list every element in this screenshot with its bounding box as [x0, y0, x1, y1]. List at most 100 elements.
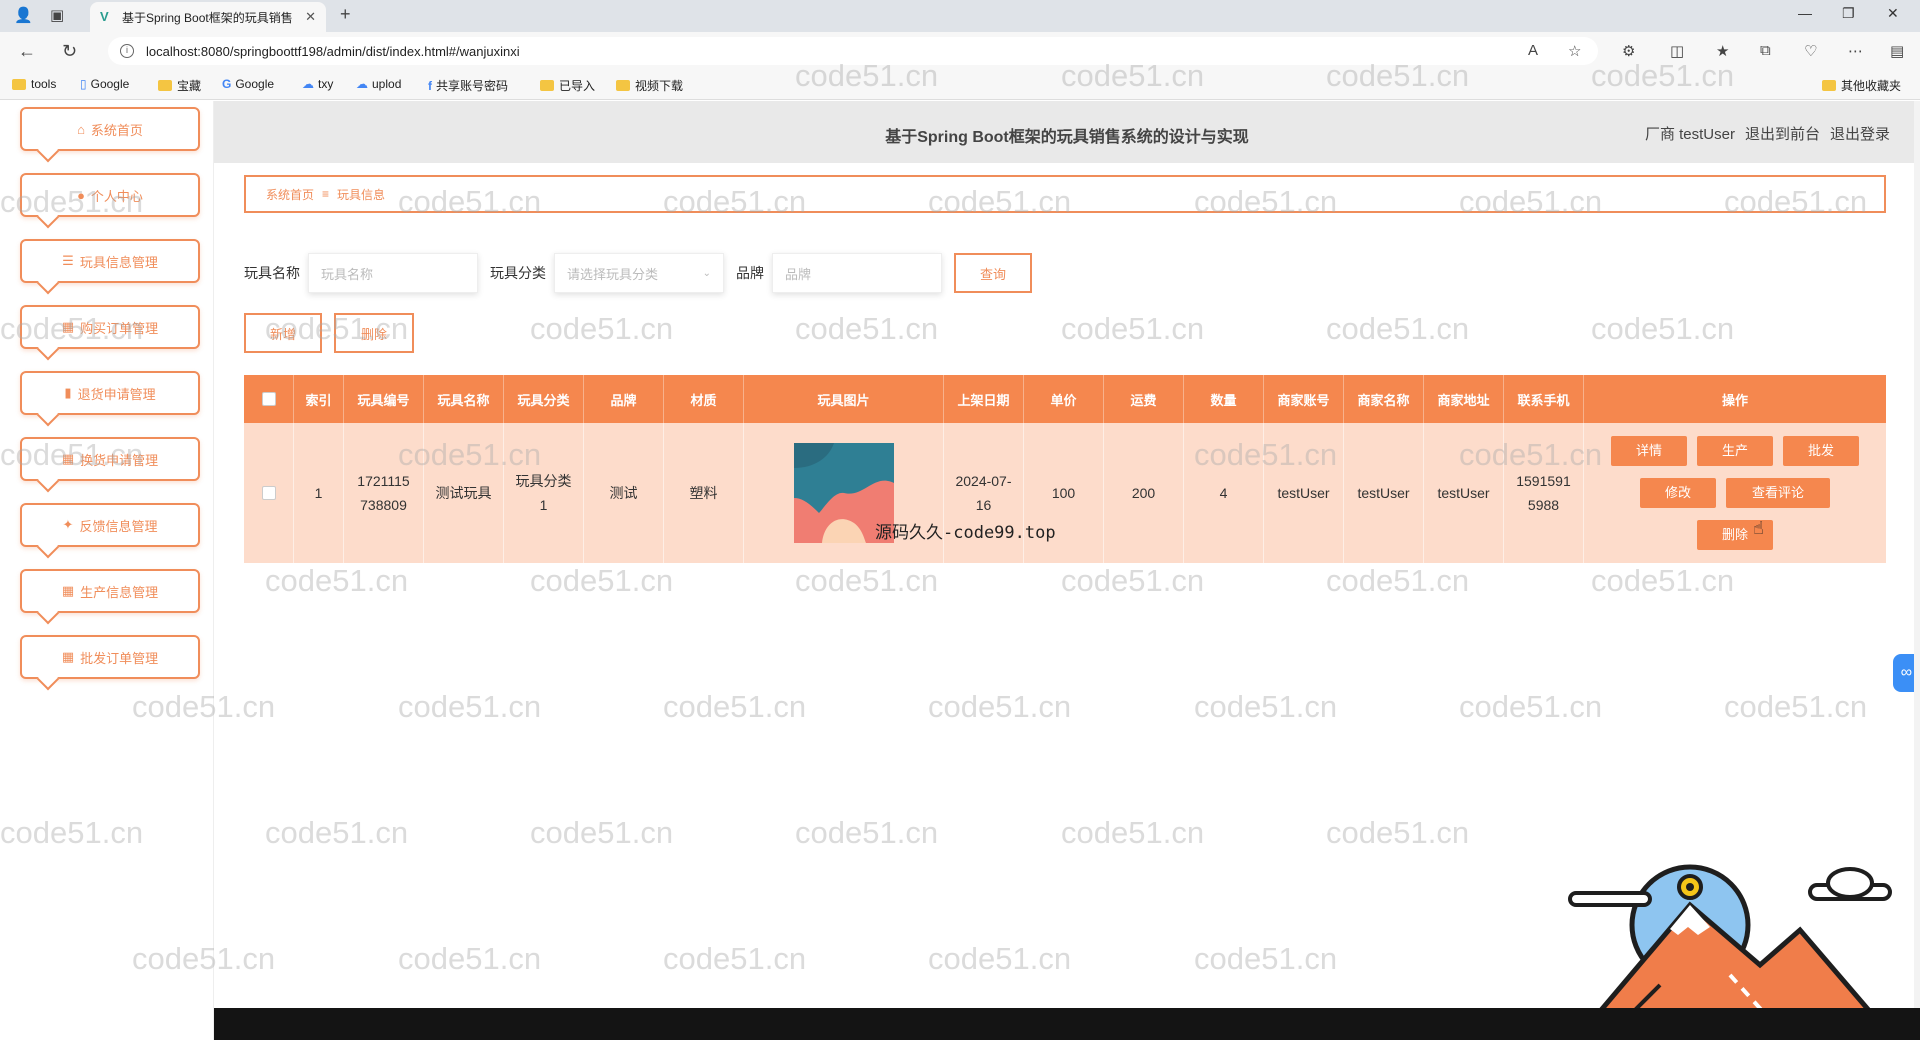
breadcrumb-home[interactable]: 系统首页 — [266, 186, 314, 203]
sidebar-item-toy-info[interactable]: ☰ 玩具信息管理 — [20, 239, 200, 283]
cell-toy-category: 玩具分类 1 — [504, 423, 584, 563]
watermark-text: code51.cn — [795, 563, 939, 598]
sidebar-toggle-icon[interactable]: ▤ — [1890, 42, 1904, 60]
grid-icon: ▦ — [61, 451, 75, 466]
url-text: localhost:8080/springboottf198/admin/dis… — [146, 43, 520, 59]
tab-actions-icon[interactable]: ▣ — [50, 6, 64, 24]
upload-cloud-icon: ☁ — [356, 77, 368, 91]
back-icon[interactable]: ← — [18, 41, 36, 62]
header-operations: 操作 — [1721, 392, 1748, 408]
breadcrumb-current: 玩具信息 — [337, 187, 386, 202]
browser-tab[interactable]: V 基于Spring Boot框架的玩具销售 ✕ — [90, 2, 326, 32]
page-icon: ▯ — [80, 77, 87, 91]
close-window-icon[interactable]: ✕ — [1887, 5, 1899, 22]
watermark-text: code51.cn — [398, 941, 542, 976]
bookmark-tools[interactable]: tools — [12, 77, 56, 91]
favorite-star-icon[interactable]: ☆ — [1568, 42, 1581, 60]
cell-phone: 1591591 5988 — [1504, 423, 1584, 563]
logout-link[interactable]: 退出登录 — [1830, 123, 1890, 144]
folder-icon — [1822, 80, 1836, 91]
grid-icon: ▦ — [61, 319, 75, 334]
reload-icon[interactable]: ↻ — [62, 41, 77, 62]
sidebar-item-exchanges[interactable]: ▦ 换货申请管理 — [20, 437, 200, 481]
header-index: 索引 — [294, 375, 344, 423]
new-tab-icon[interactable]: + — [340, 4, 351, 25]
select-all-checkbox[interactable] — [261, 392, 276, 406]
thumb-icon: ✦ — [62, 517, 74, 532]
toy-category-select[interactable]: 请选择玩具分类 ⌄ — [554, 253, 724, 293]
browser-tab-bar: 👤 ▣ V 基于Spring Boot框架的玩具销售 ✕ + — ❐ ✕ — [0, 0, 1920, 32]
detail-button[interactable]: 详情 — [1611, 436, 1687, 466]
watermark-text: code51.cn — [1459, 689, 1603, 724]
bookmark-google-1[interactable]: ▯ Google — [80, 77, 129, 91]
sidebar: ⌂ 系统首页 ● 个人中心 ☰ 玩具信息管理 ▦ 购买订单管理 ▮ 退货申请管理 ▦ 换货申… — [0, 101, 214, 1040]
breadcrumb-separator: ≡ — [322, 187, 330, 201]
list-icon: ☰ — [62, 253, 74, 268]
watermark-text: code51.cn — [1326, 815, 1470, 850]
minimize-icon[interactable]: — — [1798, 5, 1812, 21]
sidebar-item-returns[interactable]: ▮ 退货申请管理 — [20, 371, 200, 415]
sidebar-item-wholesale-orders[interactable]: ▦ 批发订单管理 — [20, 635, 200, 679]
bookmark-imported[interactable]: 已导入 — [540, 77, 595, 94]
favorites-icon[interactable]: ★ — [1716, 42, 1729, 60]
cell-toy-number: 1721115 738809 — [344, 423, 424, 563]
breadcrumb: 系统首页 ≡ 玩具信息 — [244, 175, 1886, 213]
watermark-text: code51.cn — [928, 689, 1072, 724]
cell-brand: 测试 — [584, 423, 664, 563]
restore-icon[interactable]: ❐ — [1842, 5, 1855, 22]
sidebar-item-purchase-orders[interactable]: ▦ 购买订单管理 — [20, 305, 200, 349]
profile-icon[interactable]: 👤 — [14, 6, 33, 24]
add-button[interactable]: 新增 — [244, 313, 322, 353]
bookmark-treasure[interactable]: 宝藏 — [158, 77, 201, 94]
view-reviews-button[interactable]: 查看评论 — [1726, 478, 1830, 508]
watermark-text: code51.cn — [663, 689, 807, 724]
close-tab-icon[interactable]: ✕ — [305, 9, 316, 25]
site-info-icon[interactable]: i — [120, 44, 134, 58]
bookmark-txy[interactable]: ☁ txy — [302, 77, 333, 91]
split-screen-icon[interactable]: ◫ — [1670, 42, 1684, 60]
cell-quantity: 4 — [1184, 423, 1264, 563]
ops-line-1: 详情 生产 批发 — [1611, 436, 1859, 466]
bookmark-other-favorites[interactable]: 其他收藏夹 — [1822, 77, 1901, 94]
back-to-front-link[interactable]: 退出到前台 — [1745, 123, 1820, 144]
chart-icon: ▮ — [64, 385, 72, 400]
toy-name-label: 玩具名称 — [244, 265, 300, 281]
sidebar-item-production[interactable]: ▦ 生产信息管理 — [20, 569, 200, 613]
url-input[interactable]: i localhost:8080/springboottf198/admin/d… — [108, 37, 1598, 65]
browser-essentials-icon[interactable]: ♡ — [1804, 42, 1817, 60]
watermark-text: code51.cn — [530, 563, 674, 598]
watermark-text: code51.cn — [1194, 941, 1338, 976]
produce-button[interactable]: 生产 — [1697, 436, 1773, 466]
header-merchant-name: 商家名称 — [1344, 375, 1424, 423]
current-user: 厂商 testUser — [1644, 126, 1735, 143]
watermark-text: code51.cn — [530, 311, 674, 346]
bookmark-uplod[interactable]: ☁ uplod — [356, 77, 401, 91]
collections-icon[interactable]: ⧉ — [1760, 42, 1771, 59]
bookmark-shared-accounts[interactable]: f 共享账号密码 — [428, 77, 508, 94]
bookmark-google-2[interactable]: G Google — [222, 77, 274, 91]
bookmarks-bar: tools ▯ Google 宝藏 G Google ☁ txy ☁ uplod f 共享… — [0, 70, 1920, 100]
read-aloud-icon[interactable]: A — [1528, 42, 1538, 59]
brand-input[interactable]: 品牌 — [772, 253, 942, 293]
toy-name-input[interactable]: 玩具名称 — [308, 253, 478, 293]
batch-delete-button[interactable]: 删除 — [334, 313, 414, 353]
wholesale-button[interactable]: 批发 — [1783, 436, 1859, 466]
watermark-text: code51.cn — [265, 815, 409, 850]
sidebar-item-feedback[interactable]: ✦ 反馈信息管理 — [20, 503, 200, 547]
toy-category-label: 玩具分类 — [490, 265, 546, 281]
edit-button[interactable]: 修改 — [1640, 478, 1716, 508]
query-button[interactable]: 查询 — [954, 253, 1032, 293]
image-overlay-caption: 源码久久-code99.top — [875, 523, 1056, 543]
header-toy-name: 玩具名称 — [424, 375, 504, 423]
sidebar-item-home[interactable]: ⌂ 系统首页 — [20, 107, 200, 151]
sidebar-item-profile[interactable]: ● 个人中心 — [20, 173, 200, 217]
watermark-text: code51.cn — [1591, 563, 1735, 598]
extensions-icon[interactable]: ⚙ — [1622, 42, 1635, 60]
bookmark-video-download[interactable]: 视频下载 — [616, 77, 683, 94]
row-checkbox[interactable] — [261, 486, 276, 500]
address-bar-row: ← ↻ i localhost:8080/springboottf198/adm… — [0, 32, 1920, 70]
watermark-text: code51.cn — [398, 689, 542, 724]
page-scrollbar[interactable] — [1914, 101, 1920, 1040]
more-menu-icon[interactable]: ⋯ — [1848, 42, 1863, 60]
grid-icon: ▦ — [61, 649, 75, 664]
